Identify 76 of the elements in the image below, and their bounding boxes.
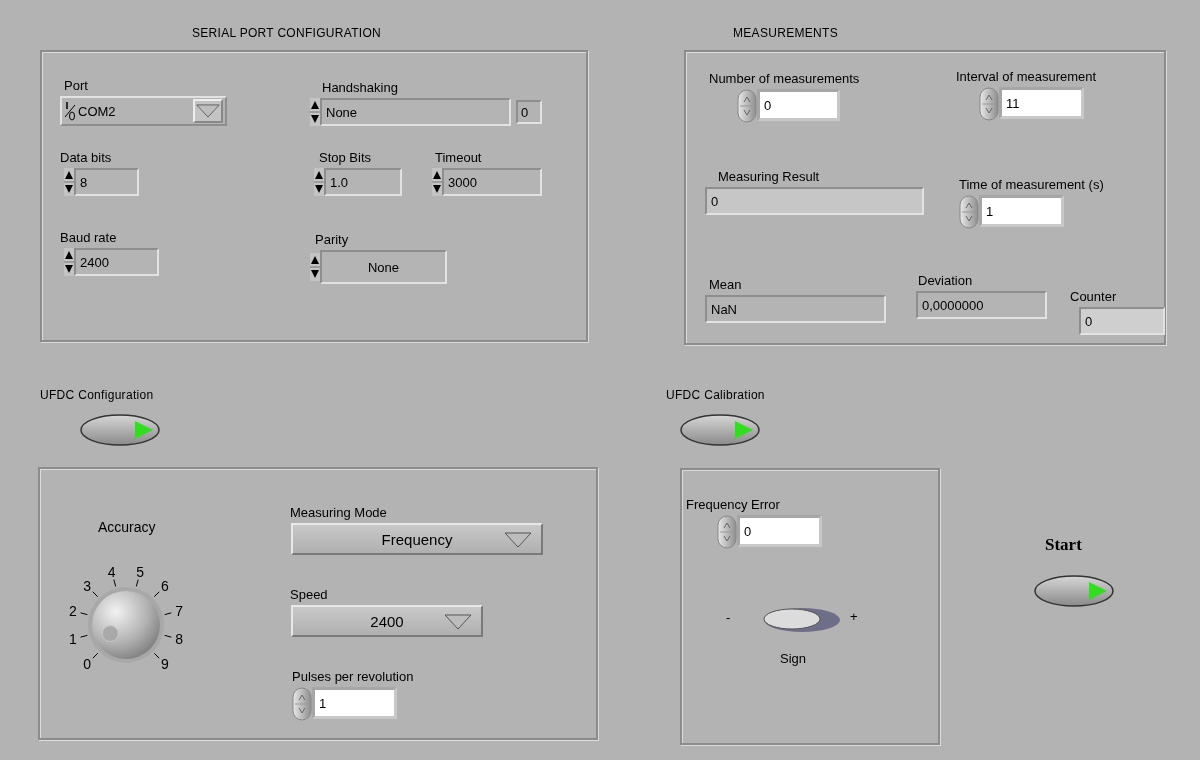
control-label: Interval of measurement	[956, 69, 1097, 84]
button-label: Start	[1045, 535, 1082, 555]
caret-icon	[503, 531, 533, 549]
scale-label: 8	[175, 631, 183, 648]
control-label: Sign	[780, 651, 807, 666]
spin-button[interactable]	[979, 87, 999, 121]
control-label: Time of measurement (s)	[959, 177, 1104, 192]
value-display: 0	[705, 187, 924, 215]
control-label: Baud rate	[60, 230, 118, 245]
numeric-field[interactable]: 1	[312, 687, 397, 719]
value-display: NaN	[705, 295, 886, 323]
numeric-field[interactable]: 0	[737, 515, 822, 547]
caret-icon	[195, 102, 221, 120]
minus-label: -	[726, 610, 731, 625]
scale-label: 1	[69, 631, 77, 648]
control-label: Number of measurements	[709, 71, 860, 86]
dropdown-button[interactable]	[193, 99, 223, 123]
scale-label: 2	[69, 602, 77, 619]
port-dropdown[interactable]: COM2	[60, 96, 227, 126]
control-label: Measuring Result	[717, 169, 821, 184]
scale-label: 4	[107, 565, 116, 580]
up-down-arrows-icon[interactable]	[310, 253, 320, 281]
control-label: Parity	[314, 232, 350, 247]
configuration-button[interactable]	[79, 413, 161, 447]
scale-label: 6	[161, 578, 169, 595]
value-display: 0,0000000	[916, 291, 1047, 319]
index-display: 0	[516, 100, 542, 124]
control-label: Deviation	[917, 273, 974, 288]
control-label: Pulses per revolution	[292, 669, 414, 684]
button-label: UFDC Calibration	[666, 388, 765, 402]
caret-icon	[443, 613, 473, 631]
dropdown[interactable]: 2400	[291, 605, 483, 637]
scale-label: 5	[136, 565, 145, 580]
up-down-arrows-icon[interactable]	[64, 248, 74, 276]
io-icon	[64, 100, 76, 122]
numeric-field[interactable]: 2400	[74, 248, 159, 276]
plus-label: +	[850, 609, 858, 624]
scale-label: 7	[175, 602, 183, 619]
spin-button[interactable]	[737, 89, 757, 123]
up-down-arrows-icon[interactable]	[432, 168, 442, 196]
enum-field[interactable]: None	[320, 98, 511, 126]
control-label: Counter	[1070, 289, 1118, 304]
spin-button[interactable]	[292, 687, 312, 721]
numeric-field[interactable]: 0	[757, 89, 840, 121]
numeric-field[interactable]: 1.0	[324, 168, 402, 196]
section-title: SERIAL PORT CONFIGURATION	[192, 26, 382, 40]
up-down-arrows-icon[interactable]	[64, 168, 74, 196]
control-label: Data bits	[60, 150, 113, 165]
control-label: Stop Bits	[318, 150, 373, 165]
numeric-field[interactable]: 1	[979, 195, 1064, 227]
control-label: Port	[63, 78, 89, 93]
control-label: Handshaking	[321, 80, 399, 95]
control-label: Mean	[708, 277, 743, 292]
scale-label: 0	[83, 655, 91, 672]
toggle-switch[interactable]	[762, 606, 842, 634]
enum-field[interactable]: None	[320, 250, 447, 284]
up-down-arrows-icon[interactable]	[314, 168, 324, 196]
control-label: Frequency Error	[686, 497, 781, 512]
scale-label: 3	[83, 578, 91, 595]
start-button[interactable]	[1033, 574, 1115, 608]
button-label: UFDC Configuration	[40, 388, 154, 402]
value-display: 0	[1079, 307, 1165, 335]
section-title: MEASUREMENTS	[733, 26, 838, 40]
up-down-arrows-icon[interactable]	[310, 98, 320, 126]
numeric-field[interactable]: 8	[74, 168, 139, 196]
scale-label: 9	[161, 655, 169, 672]
control-label: Accuracy	[98, 519, 156, 535]
numeric-field[interactable]: 11	[999, 87, 1084, 119]
numeric-field[interactable]: 3000	[442, 168, 542, 196]
calibration-button[interactable]	[679, 413, 761, 447]
control-label: Speed	[290, 587, 329, 602]
spin-button[interactable]	[959, 195, 979, 229]
spin-button[interactable]	[717, 515, 737, 549]
control-label: Measuring Mode	[290, 505, 388, 520]
dropdown[interactable]: Frequency	[291, 523, 543, 555]
control-label: Timeout	[434, 150, 483, 165]
